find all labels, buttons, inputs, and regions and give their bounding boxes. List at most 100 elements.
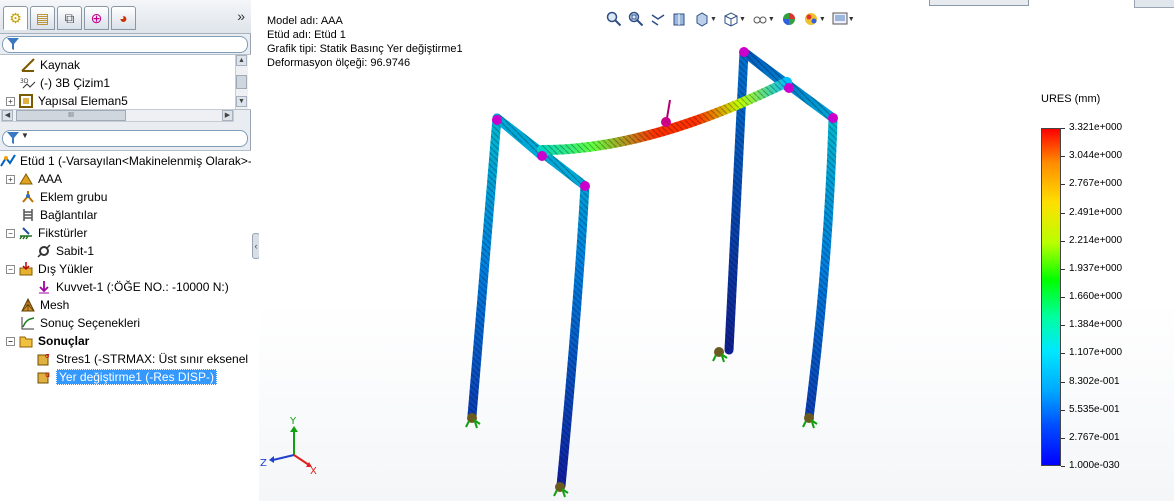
display-manager-tab[interactable]: ◕ (111, 6, 136, 30)
coordinate-triad: Y X Z (260, 416, 317, 477)
legend-label: 1.384e+000 (1069, 319, 1123, 331)
filter-icon (7, 132, 19, 144)
tree-item-label: Fikstürler (38, 226, 88, 240)
legend-tick (1061, 128, 1065, 129)
feature-manager-icon: ⚙ (9, 9, 22, 26)
tree-item-part[interactable]: + AAA (6, 170, 62, 188)
tree-item-label: Eklem grubu (40, 190, 108, 204)
legend-tick (1061, 466, 1065, 467)
simulation-study-tree: Etüd 1 (-Varsayılan<Makinelenmiş Olarak>… (0, 150, 264, 501)
tree-item-label: Sonuçlar (38, 334, 90, 348)
results-folder-icon (18, 333, 34, 349)
legend-tick (1061, 268, 1065, 270)
tree-item-label: Stres1 (-STRMAX: Üst sınır eksenel ve (56, 352, 265, 366)
connections-icon (20, 207, 36, 223)
legend-tick (1061, 409, 1065, 411)
legend-tick (1061, 184, 1065, 186)
structural-member-icon (18, 93, 34, 109)
tree-item-label: Sonuç Seçenekleri (40, 316, 141, 330)
feature-manager-tab[interactable]: ⚙ (3, 6, 28, 30)
legend-title: URES (mm) (1041, 93, 1101, 105)
window-corner-buttons[interactable] (1134, 0, 1174, 8)
collapse-icon[interactable]: − (6, 228, 15, 238)
legend-label: 1.107e+000 (1069, 347, 1123, 359)
dimxpert-icon: ⊕ (90, 9, 103, 26)
scroll-left-icon[interactable]: ◀ (2, 110, 13, 121)
tree-item-label: Sabit-1 (56, 244, 95, 258)
collapse-icon[interactable]: − (6, 264, 15, 274)
scroll-thumb[interactable] (236, 75, 247, 89)
top-tree-vertical-scrollbar[interactable]: ▲ ▼ (235, 55, 248, 109)
filter-icon (7, 38, 19, 50)
study-root-label: Etüd 1 (-Varsayılan<Makinelenmiş Olarak>… (20, 154, 252, 168)
tree-item-stress-plot[interactable]: σ Stres1 (-STRMAX: Üst sınır eksenel ve (36, 350, 264, 368)
legend-label: 1.000e-030 (1069, 460, 1120, 471)
tree-item-results[interactable]: − Sonuçlar (6, 332, 89, 350)
legend-label: 2.767e-001 (1069, 431, 1120, 443)
svg-text:u: u (45, 370, 50, 379)
color-legend-bar (1041, 128, 1061, 466)
study-filter-input[interactable]: ▼ (2, 130, 248, 147)
joint-group-icon (20, 189, 36, 205)
3d-sketch-icon: 3D (20, 75, 36, 91)
tree-item-external-loads[interactable]: − Dış Yükler (6, 260, 93, 278)
panel-tab-bar: ⚙ ▤ ⧉ ⊕ ◕ » (0, 0, 251, 34)
tree-item-label: Bağlantılar (40, 208, 98, 222)
graphics-area[interactable]: Model adı: AAA Etüd adı: Etüd 1 Grafik t… (259, 0, 1174, 501)
legend-label: 1.660e+000 (1069, 291, 1123, 302)
expand-tabs-button[interactable]: » (237, 8, 245, 24)
tree-item-result-options[interactable]: Sonuç Seçenekleri (20, 314, 140, 332)
tree-item-mesh[interactable]: Mesh (20, 296, 69, 314)
scroll-down-icon[interactable]: ▼ (236, 96, 247, 107)
deformed-frame-model[interactable] (259, 0, 1019, 501)
fixture-markers (465, 347, 818, 498)
external-loads-icon (18, 261, 34, 277)
scroll-thumb[interactable]: III (16, 110, 126, 121)
tree-item-connections[interactable]: Bağlantılar (20, 206, 97, 224)
scroll-right-icon[interactable]: ▶ (222, 110, 233, 121)
tree-item-force[interactable]: Kuvvet-1 (:ÖĞE NO.: -10000 N:) (36, 278, 229, 296)
feature-manager-panel: ⚙ ▤ ⧉ ⊕ ◕ » Kaynak 3D (-) 3B Çizim1 + Ya… (0, 0, 264, 501)
study-icon (0, 153, 16, 169)
tree-item-joint-group[interactable]: Eklem grubu (20, 188, 107, 206)
tree-item-structural-member[interactable]: + Yapısal Eleman5 (6, 92, 128, 110)
feature-tree-top: Kaynak 3D (-) 3B Çizim1 + Yapısal Eleman… (0, 54, 251, 110)
tree-item-label: Kaynak (40, 58, 81, 72)
stress-plot-icon: σ (36, 351, 52, 367)
tree-item-label: Kuvvet-1 (:ÖĞE NO.: -10000 N:) (56, 280, 229, 294)
legend-tick (1061, 353, 1065, 355)
property-manager-tab[interactable]: ▤ (30, 6, 55, 30)
top-filter-input[interactable] (2, 36, 248, 53)
tree-item-fixed[interactable]: Sabit-1 (36, 242, 94, 260)
expand-icon[interactable]: + (6, 174, 15, 184)
triad-y-label: Y (289, 416, 297, 427)
legend-label: 3.321e+000 (1069, 122, 1123, 133)
legend-tick (1061, 156, 1065, 158)
tree-item-fixtures[interactable]: − Fikstürler (6, 224, 87, 242)
tree-item-3d-sketch[interactable]: 3D (-) 3B Çizim1 (20, 74, 110, 92)
collapse-icon[interactable]: − (6, 336, 15, 346)
legend-label: 5.535e-001 (1069, 403, 1120, 415)
force-icon (36, 279, 52, 295)
legend-label: 3.044e+000 (1069, 150, 1123, 162)
tree-item-label: AAA (38, 172, 63, 186)
result-options-icon (20, 315, 36, 331)
tree-item-label: Dış Yükler (38, 262, 94, 276)
displacement-plot-icon: u (36, 369, 52, 385)
filter-dropdown-icon[interactable]: ▼ (21, 131, 29, 140)
scroll-up-icon[interactable]: ▲ (236, 55, 247, 66)
svg-text:σ: σ (45, 352, 50, 360)
top-tree-horizontal-scrollbar[interactable]: ◀ III ▶ (1, 109, 234, 122)
part-icon (18, 171, 34, 187)
tree-item-displacement-plot[interactable]: u Yer değiştirme1 (-Res DISP-) (36, 368, 217, 386)
study-root[interactable]: Etüd 1 (-Varsayılan<Makinelenmiş Olarak>… (0, 152, 252, 170)
configuration-manager-tab[interactable]: ⧉ (57, 6, 82, 30)
weld-icon (20, 57, 36, 73)
dimxpert-tab[interactable]: ⊕ (84, 6, 109, 30)
legend-tick (1061, 325, 1065, 327)
expand-icon[interactable]: + (6, 96, 15, 106)
triad-z-label: Z (260, 458, 267, 469)
tree-item-kaynak[interactable]: Kaynak (20, 56, 80, 74)
legend-label: 8.302e-001 (1069, 375, 1120, 387)
force-arrow-icon (661, 99, 671, 127)
